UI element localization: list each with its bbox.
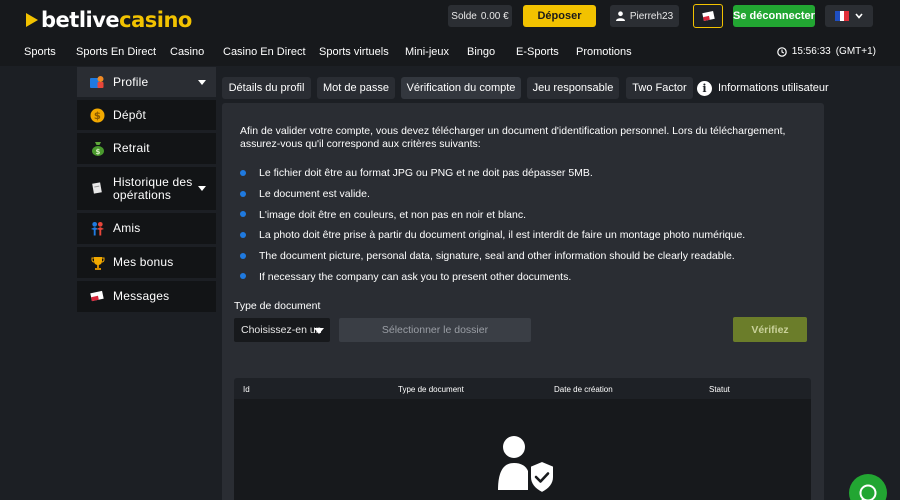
nav-promotions[interactable]: Promotions [576, 46, 632, 58]
username: Pierreh23 [629, 10, 674, 22]
deposit-button[interactable]: Déposer [523, 5, 596, 27]
french-flag-icon [835, 11, 850, 21]
balance-label: Solde [451, 10, 477, 22]
nav-casino-en-direct[interactable]: Casino En Direct [223, 46, 306, 58]
clock-time: 15:56:33 [791, 46, 831, 57]
tab-mot-de-passe[interactable]: Mot de passe [317, 77, 395, 99]
svg-text:$: $ [94, 111, 101, 122]
sidebar-label-retrait: Retrait [113, 141, 150, 155]
top-bar: betlive casino Solde 0.00 € Déposer Pierr… [0, 0, 900, 38]
messages-button[interactable] [693, 4, 723, 28]
nav-bingo[interactable]: Bingo [467, 46, 495, 58]
sidebar-item-mes-bonus[interactable]: Mes bonus [77, 247, 216, 278]
tab-informations-utilisateur[interactable]: i Informations utilisateur [697, 77, 829, 99]
sidebar-item-retrait[interactable]: $ Retrait [77, 133, 216, 164]
trophy-icon [90, 255, 105, 270]
nav-e-sports[interactable]: E-Sports [516, 46, 559, 58]
list-item: If necessary the company can ask you to … [240, 266, 745, 287]
clock-timezone: (GMT+1) [835, 46, 876, 57]
live-chat-button[interactable] [849, 474, 887, 500]
logo-text-yellow: casino [119, 8, 192, 32]
sidebar-item-amis[interactable]: Amis [77, 213, 216, 244]
tab-jeu-responsable[interactable]: Jeu responsable [527, 77, 619, 99]
logo-text-white: betlive [41, 8, 120, 32]
site-logo[interactable]: betlive casino [26, 8, 192, 32]
user-icon [615, 11, 625, 21]
chevron-down-icon [314, 328, 324, 334]
nav-mini-jeux[interactable]: Mini-jeux [405, 46, 449, 58]
column-header-date: Date de création [554, 385, 613, 394]
logout-button[interactable]: Se déconnecter [733, 5, 815, 27]
user-account-button[interactable]: Pierreh23 [610, 5, 679, 27]
column-header-status: Statut [709, 385, 730, 394]
sidebar-label-mes-bonus: Mes bonus [113, 255, 174, 269]
documents-table-header: Id Type de document Date de création Sta… [234, 378, 811, 399]
sidebar-label-profile: Profile [113, 74, 149, 89]
tab-two-factor[interactable]: Two Factor [626, 77, 693, 99]
criteria-list: Le fichier doit être au format JPG ou PN… [240, 163, 745, 287]
sidebar-item-messages[interactable]: Messages [77, 281, 216, 312]
column-header-id: Id [243, 385, 250, 394]
document-type-label: Type de document [234, 300, 321, 312]
sidebar-label-amis: Amis [113, 221, 141, 235]
balance-display: Solde 0.00 € [448, 5, 512, 27]
envelope-icon [90, 289, 105, 304]
list-item: The document picture, personal data, sig… [240, 246, 745, 267]
friends-icon [90, 221, 105, 236]
clock-icon [776, 46, 787, 57]
list-item: Le fichier doit être au format JPG ou PN… [240, 163, 745, 184]
envelope-icon [701, 10, 715, 22]
logo-arrow-icon [26, 13, 38, 27]
sidebar-item-historique[interactable]: Historique des opérations [77, 167, 216, 210]
main-nav: Sports Sports En Direct Casino Casino En… [0, 38, 900, 66]
money-bag-icon: $ [90, 141, 105, 156]
sidebar-label-historique: Historique des opérations [113, 174, 193, 202]
sidebar-label-depot: Dépôt [113, 107, 147, 122]
verification-panel: Afin de valider votre compte, vous devez… [222, 103, 824, 500]
tab-informations-label: Informations utilisateur [718, 82, 829, 94]
documents-table-body [234, 399, 811, 500]
sidebar-label-messages: Messages [113, 289, 170, 303]
nav-sports[interactable]: Sports [24, 46, 56, 58]
sidebar-item-profile[interactable]: Profile [77, 67, 216, 97]
list-item: L'image doit être en couleurs, et non pa… [240, 204, 745, 225]
nav-casino[interactable]: Casino [170, 46, 204, 58]
info-icon: i [697, 80, 712, 96]
chevron-down-icon [198, 79, 206, 85]
tab-details-profil[interactable]: Détails du profil [222, 77, 311, 99]
column-header-type: Type de document [398, 385, 464, 394]
nav-sports-en-direct[interactable]: Sports En Direct [76, 46, 156, 58]
document-type-value: Choisissez-en un [241, 324, 322, 336]
chat-bubble-icon [859, 484, 877, 500]
verification-intro: Afin de valider votre compte, vous devez… [240, 125, 786, 150]
profile-icon [90, 75, 105, 90]
select-folder-button[interactable]: Sélectionner le dossier [339, 318, 531, 342]
verify-button[interactable]: Vérifiez [733, 317, 807, 342]
user-shield-icon [498, 436, 555, 495]
list-item: Le document est valide. [240, 184, 745, 205]
tab-verification-compte[interactable]: Vérification du compte [401, 77, 521, 99]
nav-sports-virtuels[interactable]: Sports virtuels [319, 46, 389, 58]
document-type-select[interactable]: Choisissez-en un [234, 318, 330, 342]
list-item: La photo doit être prise à partir du doc… [240, 225, 745, 246]
balance-value: 0.00 € [480, 10, 509, 22]
chevron-down-icon [198, 186, 206, 191]
chevron-down-icon [855, 13, 863, 19]
coin-icon: $ [90, 108, 105, 123]
svg-text:$: $ [95, 148, 100, 156]
clock-display: 15:56:33 (GMT+1) [776, 46, 876, 57]
sidebar-item-depot[interactable]: $ Dépôt [77, 100, 216, 130]
receipt-icon [90, 181, 105, 196]
language-selector[interactable] [825, 5, 873, 27]
